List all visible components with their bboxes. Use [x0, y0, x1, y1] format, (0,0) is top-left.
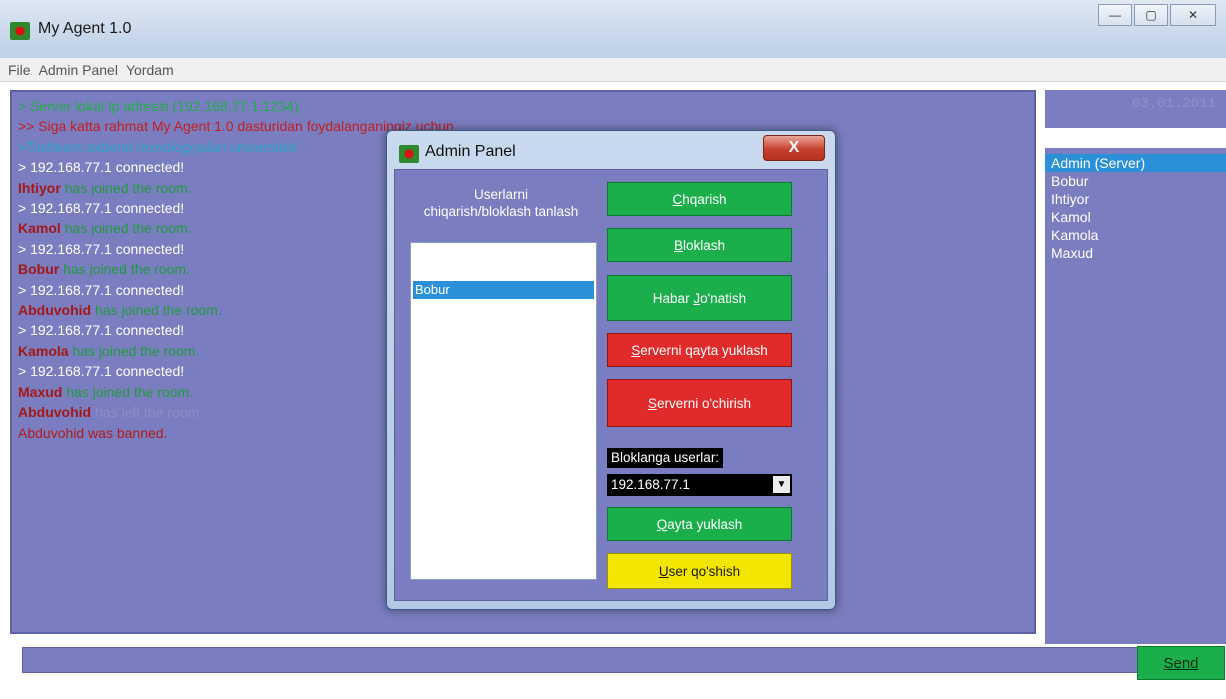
listbox-item[interactable]: Bobur: [413, 281, 594, 299]
habar-label: o'natish: [700, 290, 747, 306]
menu-file[interactable]: File: [8, 62, 31, 78]
chiqarish-mnemonic: C: [672, 191, 683, 207]
menu-bar: File Admin Panel Yordam: [0, 58, 1226, 82]
dialog-title: Admin Panel: [425, 143, 516, 160]
log-user-name: Maxud: [18, 383, 63, 400]
log-message: has joined the room.: [60, 220, 192, 237]
qayta-yuklash-label: ayta yuklash: [667, 516, 743, 532]
user-qoshish-button[interactable]: User qo'shish: [607, 553, 792, 589]
window-title: My Agent 1.0: [38, 20, 132, 37]
log-message: has joined the room.: [62, 383, 194, 400]
message-input[interactable]: [22, 647, 1214, 673]
log-message: has joined the room.: [91, 302, 222, 319]
habar-label-prefix: Habar: [652, 290, 694, 306]
user-list-item[interactable]: Bobur: [1045, 172, 1226, 190]
log-message: has joined the room.: [60, 179, 192, 196]
qayta-yuklash-button[interactable]: Qayta yuklash: [607, 507, 792, 541]
log-user-name: Kamol: [18, 220, 61, 237]
user-list-item[interactable]: Kamola: [1045, 226, 1226, 244]
user-qoshish-mnemonic: U: [658, 563, 669, 579]
log-user-name: Abduvohid: [18, 404, 92, 421]
bloklash-button[interactable]: Bloklash: [607, 228, 792, 262]
user-qoshish-label: ser qo'shish: [668, 563, 741, 579]
blocked-users-label: Bloklanga userlar:: [607, 448, 724, 468]
log-message: has left the room.: [91, 404, 204, 421]
habar-jonatish-button[interactable]: Habar Jo'natish: [607, 275, 792, 321]
log-user-name: Bobur: [18, 261, 60, 278]
admin-panel-dialog: Admin Panel X Userlarni chiqarish/blokla…: [386, 130, 836, 610]
user-list-item[interactable]: Ihtiyor: [1045, 190, 1226, 208]
select-users-label-line1: Userlarni: [473, 187, 528, 202]
status-strip: [1045, 128, 1226, 148]
dialog-body: Userlarni chiqarish/bloklash tanlash Bob…: [394, 169, 828, 601]
blocked-users-select[interactable]: 192.168.77.1 ▼: [607, 474, 792, 496]
delete-server-label: erverni o'chirish: [656, 395, 752, 411]
blocked-users-select-value: 192.168.77.1: [611, 477, 690, 492]
chiqarish-button[interactable]: Chqarish: [607, 182, 792, 216]
bloklash-label: loklash: [682, 237, 726, 253]
date-display: 03.01.2011: [1131, 96, 1216, 112]
user-list-item[interactable]: Maxud: [1045, 244, 1226, 262]
dialog-logo-icon: [399, 145, 419, 163]
user-list[interactable]: Admin (Server) Bobur Ihtiyor Kamol Kamol…: [1045, 154, 1226, 262]
title-bar[interactable]: My Agent 1.0 — ▢ ✕: [0, 0, 1226, 58]
menu-yordam[interactable]: Yordam: [126, 62, 174, 78]
restart-server-mnemonic: S: [631, 342, 641, 358]
close-button[interactable]: ✕: [1170, 4, 1216, 26]
user-list-item[interactable]: Admin (Server): [1045, 154, 1226, 172]
right-panel: 03.01.2011 Admin (Server) Bobur Ihtiyor …: [1045, 90, 1226, 644]
select-users-label-line2: chiqarish/bloklash tanlash: [423, 204, 579, 219]
maximize-button[interactable]: ▢: [1134, 4, 1168, 26]
send-button[interactable]: Send: [1137, 646, 1225, 680]
log-user-name: Kamola: [18, 342, 69, 359]
log-user-name: Ihtiyor: [18, 179, 61, 196]
log-user-name: Abduvohid: [18, 302, 92, 319]
chiqarish-label: hqarish: [682, 191, 727, 207]
user-list-item[interactable]: Kamol: [1045, 208, 1226, 226]
delete-server-mnemonic: S: [647, 395, 657, 411]
menu-admin-panel[interactable]: Admin Panel: [39, 62, 118, 78]
log-line: > Server lokal Ip adressi (192.168.77.1:…: [18, 98, 303, 114]
log-message: has joined the room.: [59, 261, 190, 278]
dialog-close-button[interactable]: X: [763, 135, 825, 161]
dropdown-arrow-icon[interactable]: ▼: [773, 476, 790, 493]
bloklash-mnemonic: B: [673, 237, 683, 253]
app-logo-icon: [10, 22, 30, 40]
window-controls: — ▢ ✕: [1098, 4, 1216, 26]
users-listbox[interactable]: Bobur: [410, 242, 597, 580]
qayta-yuklash-mnemonic: Q: [656, 516, 668, 532]
restart-server-label: erverni qayta yuklash: [640, 342, 768, 358]
select-users-label: Userlarni chiqarish/bloklash tanlash: [403, 186, 599, 220]
log-message: has joined the room.: [68, 342, 200, 359]
restart-server-button[interactable]: Serverni qayta yuklash: [607, 333, 792, 367]
delete-server-button[interactable]: Serverni o'chirish: [607, 379, 792, 427]
minimize-button[interactable]: —: [1098, 4, 1132, 26]
